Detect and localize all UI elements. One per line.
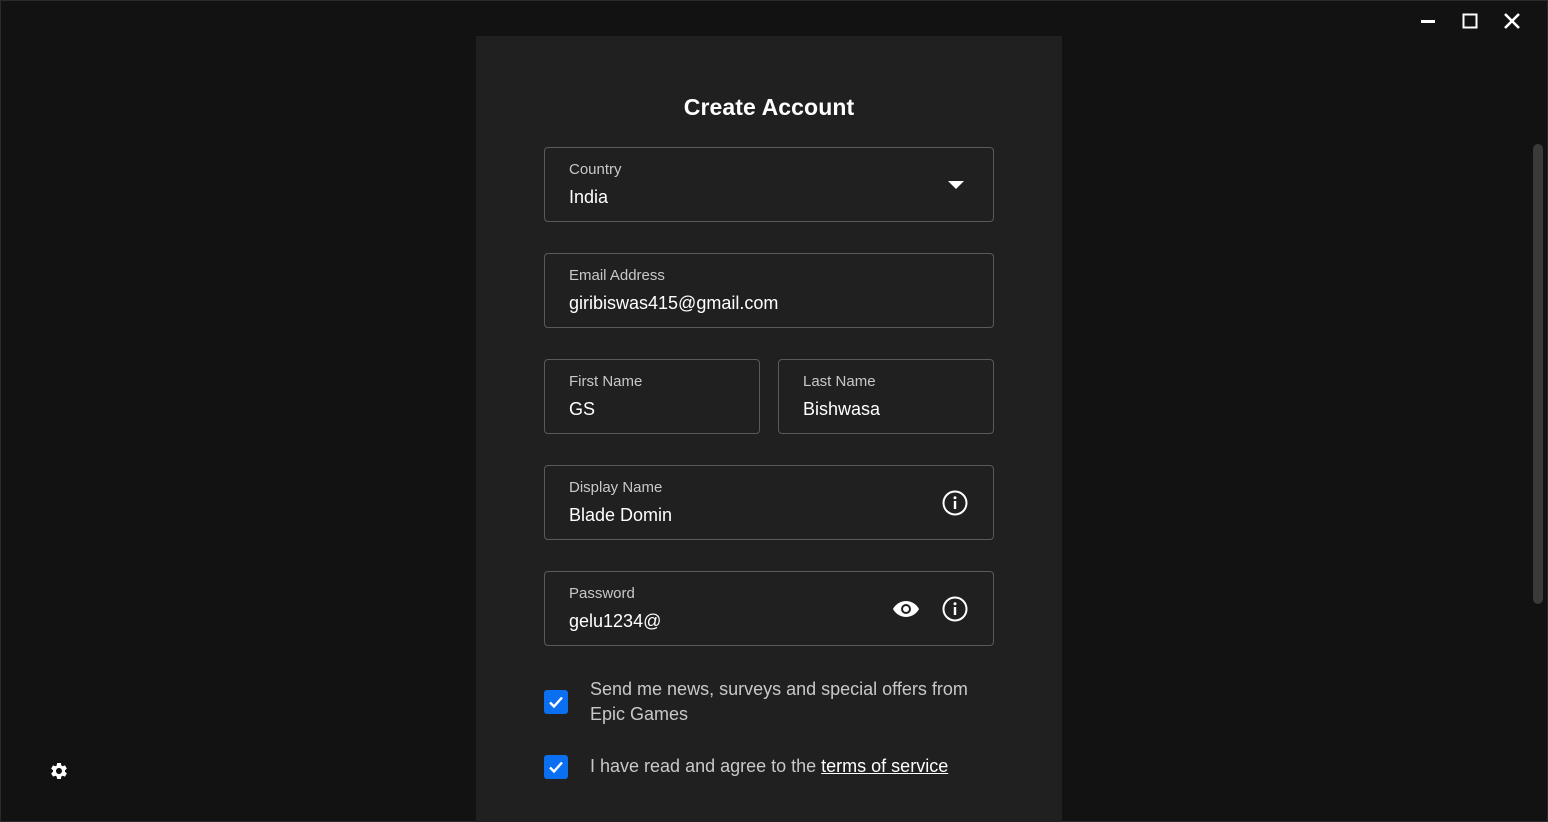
tos-checkbox[interactable] bbox=[544, 755, 568, 779]
window-controls bbox=[1409, 7, 1531, 35]
page-title: Create Account bbox=[683, 94, 855, 120]
password-label: Password bbox=[569, 585, 635, 602]
settings-button[interactable] bbox=[47, 759, 71, 783]
display-name-field[interactable]: Display Name Blade Domin bbox=[544, 465, 994, 540]
first-name-value: GS bbox=[569, 399, 596, 419]
app-window: Create Account Country India Email Addre… bbox=[0, 0, 1548, 822]
password-info-icon[interactable] bbox=[941, 595, 969, 623]
last-name-field[interactable]: Last Name Bishwasa bbox=[778, 359, 994, 434]
tos-row: I have read and agree to the terms of se… bbox=[544, 755, 948, 779]
create-account-panel: Create Account Country India Email Addre… bbox=[476, 36, 1062, 822]
info-icon[interactable] bbox=[941, 489, 969, 517]
email-field[interactable]: Email Address giribiswas415@gmail.com bbox=[544, 253, 994, 328]
country-value: India bbox=[569, 187, 609, 207]
display-name-label: Display Name bbox=[569, 479, 663, 496]
email-label: Email Address bbox=[569, 267, 665, 284]
maximize-button[interactable] bbox=[1451, 7, 1489, 35]
password-value: gelu1234@ bbox=[569, 611, 662, 631]
checkmark-icon bbox=[549, 696, 563, 709]
gear-icon bbox=[51, 763, 67, 779]
first-name-label: First Name bbox=[569, 373, 643, 390]
maximize-icon bbox=[1462, 13, 1478, 29]
checkmark-icon bbox=[549, 761, 563, 774]
password-field[interactable]: Password gelu1234@ bbox=[544, 571, 994, 646]
last-name-label: Last Name bbox=[803, 373, 876, 390]
news-opt-in-label: Send me news, surveys and special offers… bbox=[590, 679, 968, 724]
display-name-value: Blade Domin bbox=[569, 505, 673, 525]
tos-label: I have read and agree to the terms of se… bbox=[590, 754, 948, 779]
minimize-icon bbox=[1421, 20, 1435, 23]
news-opt-in-checkbox[interactable] bbox=[544, 690, 568, 714]
tos-text: I have read and agree to the bbox=[590, 756, 822, 776]
last-name-value: Bishwasa bbox=[803, 399, 881, 419]
country-label: Country bbox=[569, 161, 622, 178]
email-value: giribiswas415@gmail.com bbox=[569, 293, 779, 313]
minimize-button[interactable] bbox=[1409, 7, 1447, 35]
first-name-field[interactable]: First Name GS bbox=[544, 359, 760, 434]
country-select[interactable]: Country India bbox=[544, 147, 994, 222]
terms-of-service-link[interactable]: terms of service bbox=[821, 756, 948, 776]
scrollbar-thumb[interactable] bbox=[1533, 144, 1543, 604]
close-icon bbox=[1504, 13, 1520, 29]
eye-icon[interactable] bbox=[891, 595, 921, 623]
close-window-button[interactable] bbox=[1493, 7, 1531, 35]
caret-down-icon bbox=[947, 176, 965, 194]
news-opt-in-row: Send me news, surveys and special offers… bbox=[544, 677, 1004, 727]
